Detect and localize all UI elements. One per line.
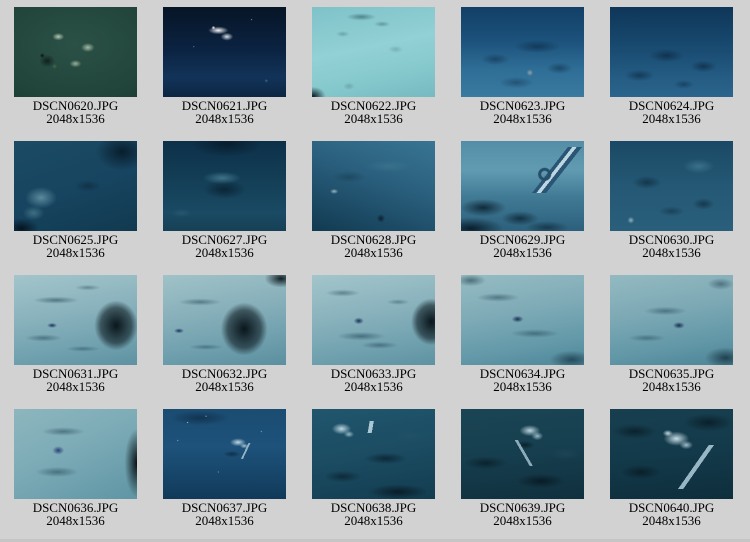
photo-dimensions: 2048x1536 bbox=[312, 380, 435, 393]
photo-dimensions: 2048x1536 bbox=[14, 246, 137, 259]
photo-dimensions: 2048x1536 bbox=[461, 514, 584, 527]
photo-cell: DSCN0629.JPG 2048x1536 bbox=[461, 141, 584, 275]
photo-cell: DSCN0634.JPG 2048x1536 bbox=[461, 275, 584, 409]
photo-dimensions: 2048x1536 bbox=[14, 514, 137, 527]
photo-thumbnail[interactable] bbox=[14, 7, 137, 97]
photo-thumbnail[interactable] bbox=[163, 141, 286, 231]
photo-thumbnail[interactable] bbox=[461, 141, 584, 231]
photo-cell: DSCN0624.JPG 2048x1536 bbox=[610, 7, 733, 141]
photo-thumbnail[interactable] bbox=[14, 275, 137, 365]
photo-thumbnail[interactable] bbox=[312, 275, 435, 365]
photo-cell: DSCN0625.JPG 2048x1536 bbox=[14, 141, 137, 275]
photo-cell: DSCN0622.JPG 2048x1536 bbox=[312, 7, 435, 141]
photo-cell: DSCN0627.JPG 2048x1536 bbox=[163, 141, 286, 275]
photo-thumbnail[interactable] bbox=[461, 275, 584, 365]
photo-dimensions: 2048x1536 bbox=[14, 380, 137, 393]
photo-dimensions: 2048x1536 bbox=[610, 112, 733, 125]
photo-cell: DSCN0639.JPG 2048x1536 bbox=[461, 409, 584, 542]
photo-thumbnail[interactable] bbox=[610, 141, 733, 231]
photo-thumbnail[interactable] bbox=[312, 141, 435, 231]
photo-cell: DSCN0640.JPG 2048x1536 bbox=[610, 409, 733, 542]
photo-dimensions: 2048x1536 bbox=[461, 246, 584, 259]
photo-dimensions: 2048x1536 bbox=[163, 514, 286, 527]
photo-cell: DSCN0631.JPG 2048x1536 bbox=[14, 275, 137, 409]
photo-cell: DSCN0636.JPG 2048x1536 bbox=[14, 409, 137, 542]
photo-cell: DSCN0628.JPG 2048x1536 bbox=[312, 141, 435, 275]
photo-thumbnail[interactable] bbox=[163, 7, 286, 97]
photo-cell: DSCN0623.JPG 2048x1536 bbox=[461, 7, 584, 141]
photo-thumbnail[interactable] bbox=[14, 409, 137, 499]
photo-cell: DSCN0632.JPG 2048x1536 bbox=[163, 275, 286, 409]
photo-cell: DSCN0633.JPG 2048x1536 bbox=[312, 275, 435, 409]
photo-cell: DSCN0621.JPG 2048x1536 bbox=[163, 7, 286, 141]
photo-dimensions: 2048x1536 bbox=[461, 112, 584, 125]
photo-thumbnail[interactable] bbox=[163, 409, 286, 499]
photo-dimensions: 2048x1536 bbox=[461, 380, 584, 393]
photo-thumbnail[interactable] bbox=[312, 409, 435, 499]
photo-dimensions: 2048x1536 bbox=[163, 246, 286, 259]
photo-cell: DSCN0637.JPG 2048x1536 bbox=[163, 409, 286, 542]
photo-thumbnail[interactable] bbox=[461, 7, 584, 97]
photo-dimensions: 2048x1536 bbox=[312, 112, 435, 125]
photo-dimensions: 2048x1536 bbox=[312, 514, 435, 527]
photo-dimensions: 2048x1536 bbox=[610, 246, 733, 259]
photo-cell: DSCN0630.JPG 2048x1536 bbox=[610, 141, 733, 275]
photo-thumbnail[interactable] bbox=[610, 275, 733, 365]
photo-thumbnail[interactable] bbox=[312, 7, 435, 97]
photo-thumbnail[interactable] bbox=[610, 409, 733, 499]
photo-dimensions: 2048x1536 bbox=[163, 112, 286, 125]
photo-dimensions: 2048x1536 bbox=[610, 380, 733, 393]
photo-thumbnail[interactable] bbox=[163, 275, 286, 365]
photo-thumbnail[interactable] bbox=[461, 409, 584, 499]
photo-cell: DSCN0638.JPG 2048x1536 bbox=[312, 409, 435, 542]
photo-cell: DSCN0620.JPG 2048x1536 bbox=[14, 7, 137, 141]
photo-thumbnail[interactable] bbox=[610, 7, 733, 97]
photo-dimensions: 2048x1536 bbox=[312, 246, 435, 259]
photo-dimensions: 2048x1536 bbox=[610, 514, 733, 527]
photo-thumbnail[interactable] bbox=[14, 141, 137, 231]
photo-dimensions: 2048x1536 bbox=[14, 112, 137, 125]
thumbnail-grid: DSCN0620.JPG 2048x1536 DSCN0621.JPG 2048… bbox=[0, 0, 750, 542]
photo-dimensions: 2048x1536 bbox=[163, 380, 286, 393]
photo-cell: DSCN0635.JPG 2048x1536 bbox=[610, 275, 733, 409]
